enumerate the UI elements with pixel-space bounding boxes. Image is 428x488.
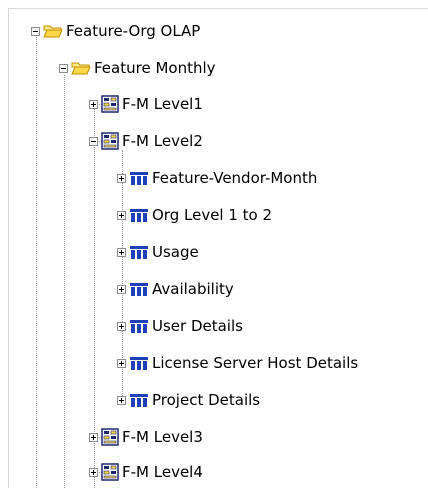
cube-table-icon bbox=[130, 246, 148, 259]
tree-guide-line bbox=[64, 75, 65, 488]
collapse-toggle[interactable] bbox=[31, 26, 40, 36]
tree-node-label: Org Level 1 to 2 bbox=[152, 206, 273, 224]
tree-node-user-details[interactable]: User Details bbox=[117, 315, 243, 337]
tree-node-label: Project Details bbox=[152, 391, 261, 409]
tree-node-feature-vendor-month[interactable]: Feature-Vendor-Month bbox=[117, 167, 317, 189]
cube-table-icon bbox=[130, 320, 148, 333]
tree-node-org-level-1-to-2[interactable]: Org Level 1 to 2 bbox=[117, 204, 272, 226]
tree-node-fm-level3[interactable]: F-M Level3 bbox=[89, 426, 203, 448]
expand-toggle[interactable] bbox=[117, 210, 126, 220]
expand-toggle[interactable] bbox=[117, 395, 126, 405]
tree-node-feature-monthly[interactable]: Feature Monthly bbox=[59, 57, 216, 79]
expand-toggle[interactable] bbox=[117, 321, 126, 331]
panel-top-border bbox=[8, 8, 428, 9]
tree-node-fm-level2[interactable]: F-M Level2 bbox=[89, 130, 203, 152]
tree-node-label: Feature-Org OLAP bbox=[66, 22, 201, 40]
cube-table-icon bbox=[130, 283, 148, 296]
tree-node-label: F-M Level3 bbox=[122, 428, 203, 446]
expand-toggle[interactable] bbox=[117, 284, 126, 294]
expand-toggle[interactable] bbox=[89, 467, 98, 477]
tree-node-label: F-M Level2 bbox=[122, 132, 203, 150]
tree-node-availability[interactable]: Availability bbox=[117, 278, 234, 300]
tree-node-label: Availability bbox=[152, 280, 234, 298]
tree-node-project-details[interactable]: Project Details bbox=[117, 389, 260, 411]
level-grid-icon bbox=[101, 132, 119, 150]
folder-open-icon bbox=[71, 62, 91, 75]
expand-toggle[interactable] bbox=[117, 247, 126, 257]
tree-node-fm-level4[interactable]: F-M Level4 bbox=[89, 461, 203, 483]
expand-toggle[interactable] bbox=[117, 173, 126, 183]
cube-table-icon bbox=[130, 172, 148, 185]
folder-open-icon bbox=[43, 25, 63, 38]
collapse-toggle[interactable] bbox=[59, 63, 68, 73]
level-grid-icon bbox=[101, 95, 119, 113]
expand-toggle[interactable] bbox=[89, 432, 98, 442]
tree-node-license-server-host-details[interactable]: License Server Host Details bbox=[117, 352, 358, 374]
tree-node-label: User Details bbox=[152, 317, 243, 335]
level-grid-icon bbox=[101, 463, 119, 481]
cube-table-icon bbox=[130, 394, 148, 407]
tree-node-label: Feature Monthly bbox=[94, 59, 216, 77]
expand-toggle[interactable] bbox=[89, 99, 98, 109]
tree-node-fm-level1[interactable]: F-M Level1 bbox=[89, 93, 203, 115]
tree-guide-line bbox=[36, 32, 37, 488]
tree-node-label: F-M Level4 bbox=[122, 463, 203, 481]
level-grid-icon bbox=[101, 428, 119, 446]
tree-node-label: Feature-Vendor-Month bbox=[152, 169, 318, 187]
collapse-toggle[interactable] bbox=[89, 136, 98, 146]
tree-node-usage[interactable]: Usage bbox=[117, 241, 199, 263]
panel-left-border bbox=[8, 8, 9, 488]
tree-node-label: License Server Host Details bbox=[152, 354, 359, 372]
expand-toggle[interactable] bbox=[117, 358, 126, 368]
cube-table-icon bbox=[130, 357, 148, 370]
cube-table-icon bbox=[130, 209, 148, 222]
tree-node-label: Usage bbox=[152, 243, 199, 261]
tree-node-label: F-M Level1 bbox=[122, 95, 203, 113]
tree-node-feature-org-olap[interactable]: Feature-Org OLAP bbox=[31, 20, 200, 42]
